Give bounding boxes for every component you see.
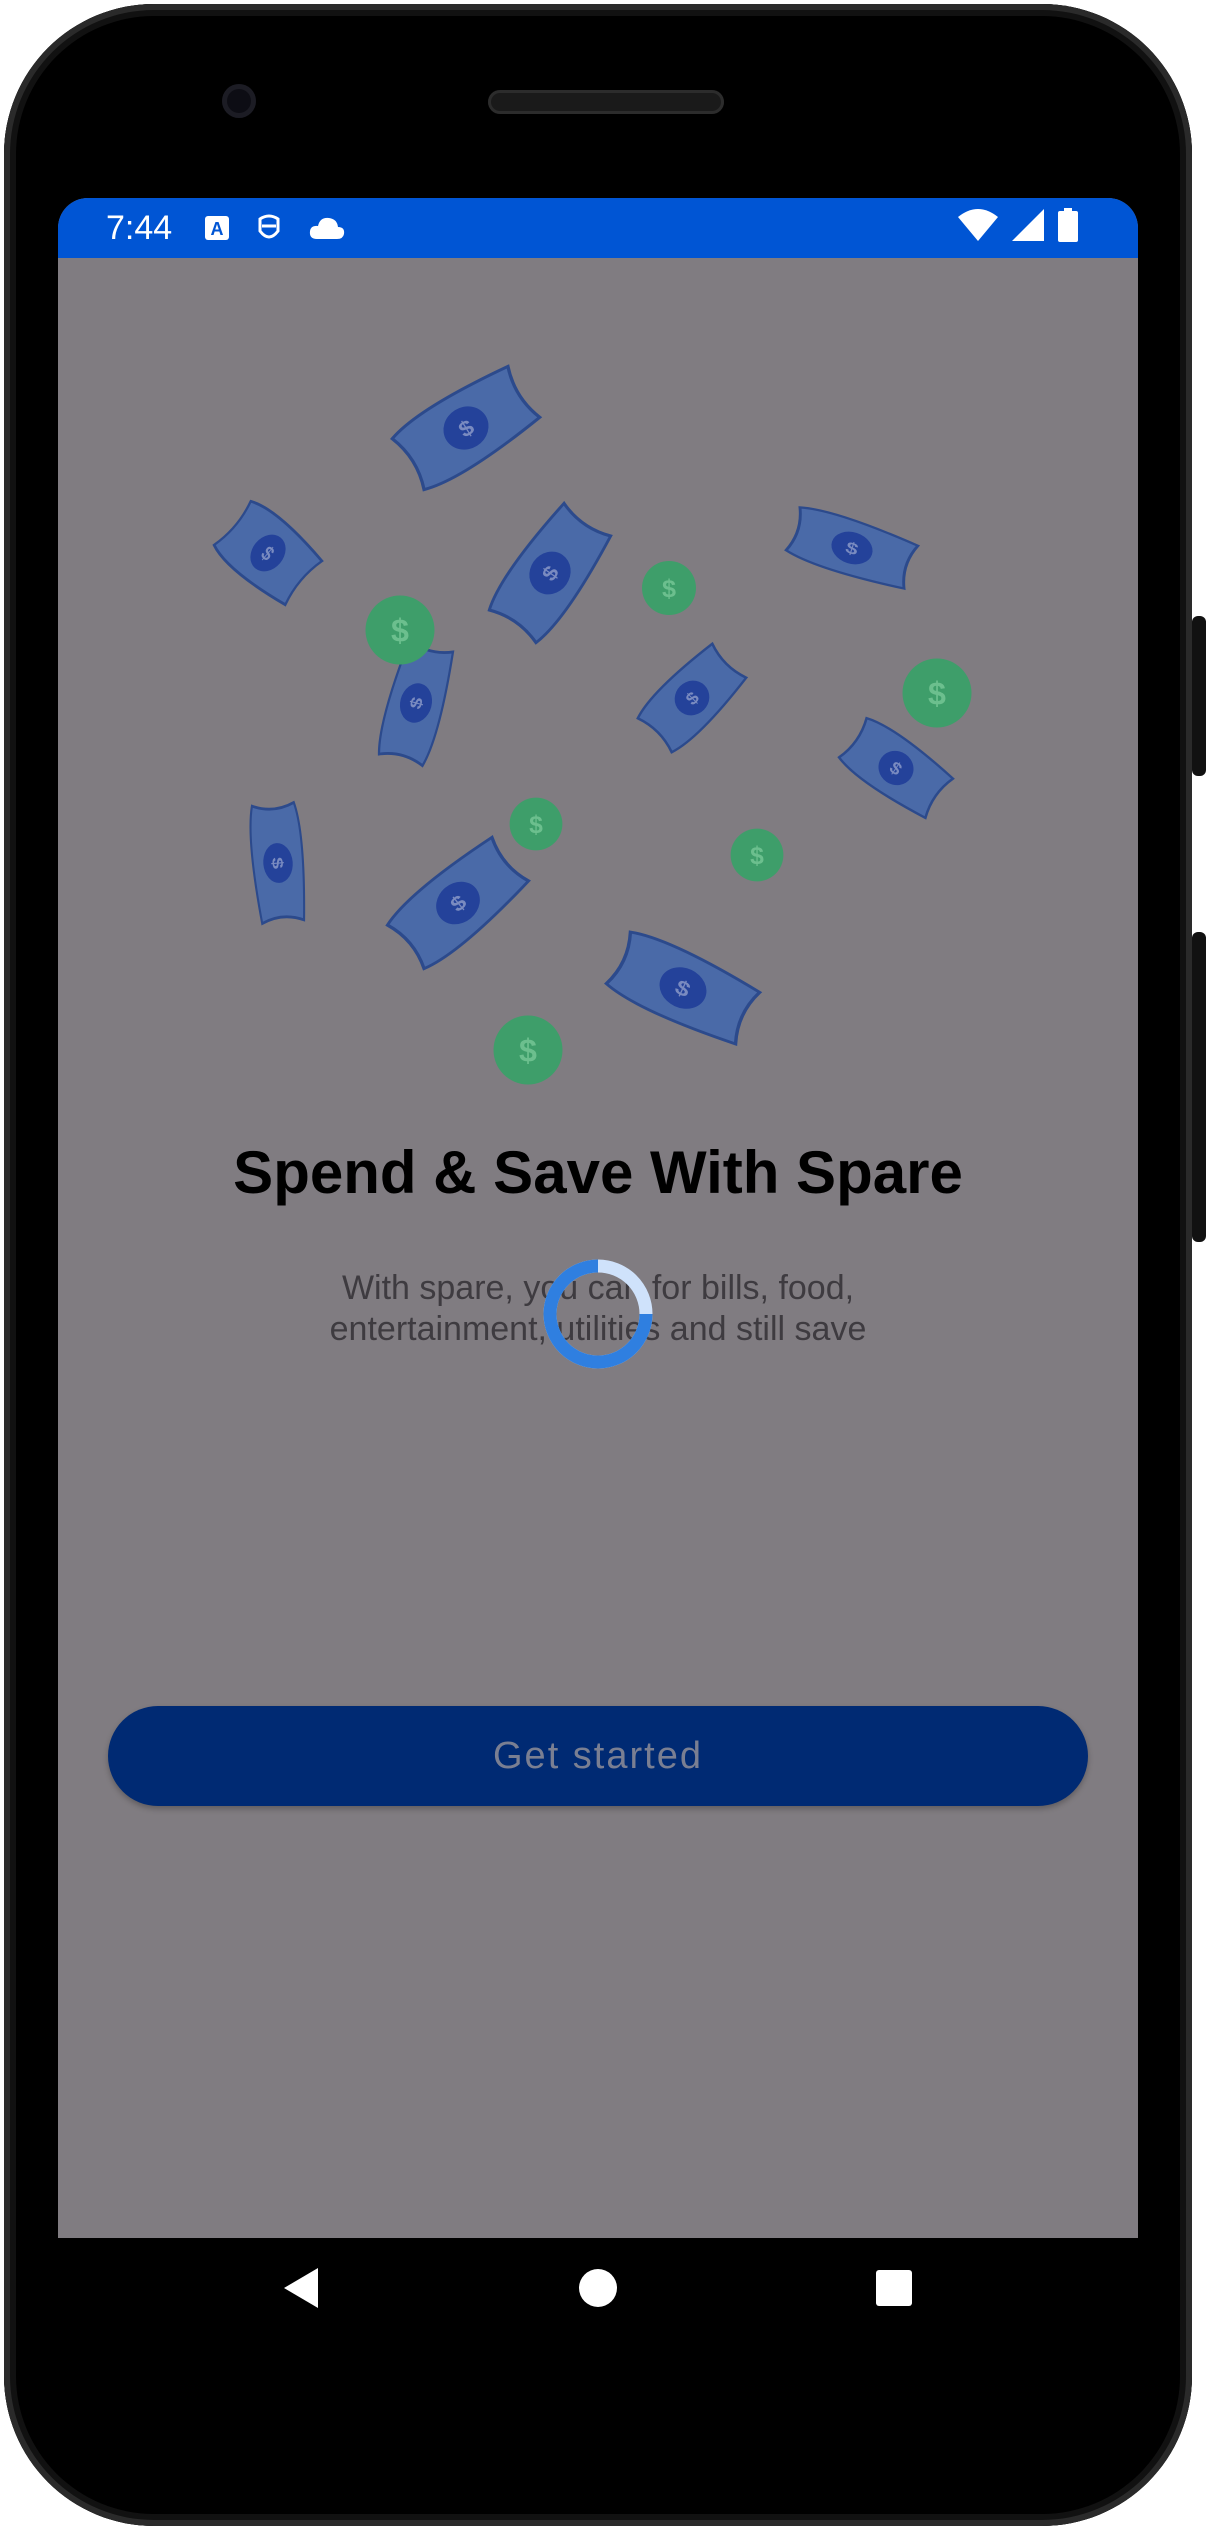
wifi-icon: [958, 209, 998, 241]
bill-icon: [382, 831, 534, 975]
coin-icon: [493, 1015, 563, 1085]
back-icon[interactable]: [280, 2266, 324, 2310]
bill-icon: [387, 359, 545, 497]
coin-icon: [902, 658, 972, 728]
earpiece-speaker: [488, 90, 724, 114]
coin-icon: [730, 828, 784, 882]
onboarding-screen: $ $ Spend & Save With S: [58, 258, 1138, 2238]
coin-icon: [509, 797, 563, 851]
power-button: [1192, 616, 1206, 776]
bill-icon: [209, 495, 327, 611]
navigation-bar: [58, 2238, 1138, 2358]
recents-icon[interactable]: [872, 2266, 916, 2310]
bill-icon: [835, 712, 957, 824]
bill-icon: [483, 498, 617, 648]
bill-icon: [783, 501, 921, 595]
status-bar: 7:44 A: [58, 198, 1138, 258]
coin-icon: [642, 561, 696, 615]
signal-icon: [1012, 209, 1044, 241]
volume-button: [1192, 932, 1206, 1242]
onboarding-title: Spend & Save With Spare: [233, 1139, 963, 1206]
battery-icon: [1058, 208, 1078, 242]
get-started-button[interactable]: Get started: [108, 1706, 1088, 1806]
bill-icon: [633, 639, 751, 757]
cloud-icon: [310, 217, 345, 239]
money-illustration: $ $: [209, 359, 972, 1085]
screen: 7:44 A Spend & Save With Spare With spar…: [58, 198, 1138, 2238]
bill-icon: [246, 800, 310, 926]
svg-text:A: A: [211, 219, 224, 239]
loading-spinner-icon: [543, 1259, 653, 1369]
front-camera: [222, 84, 256, 118]
text-a-icon: A: [205, 216, 230, 240]
home-icon[interactable]: [576, 2266, 620, 2310]
bill-icon: [602, 925, 764, 1051]
face-scan-icon: [258, 214, 280, 239]
status-time: 7:44: [106, 208, 173, 247]
coin-icon: [365, 595, 435, 665]
